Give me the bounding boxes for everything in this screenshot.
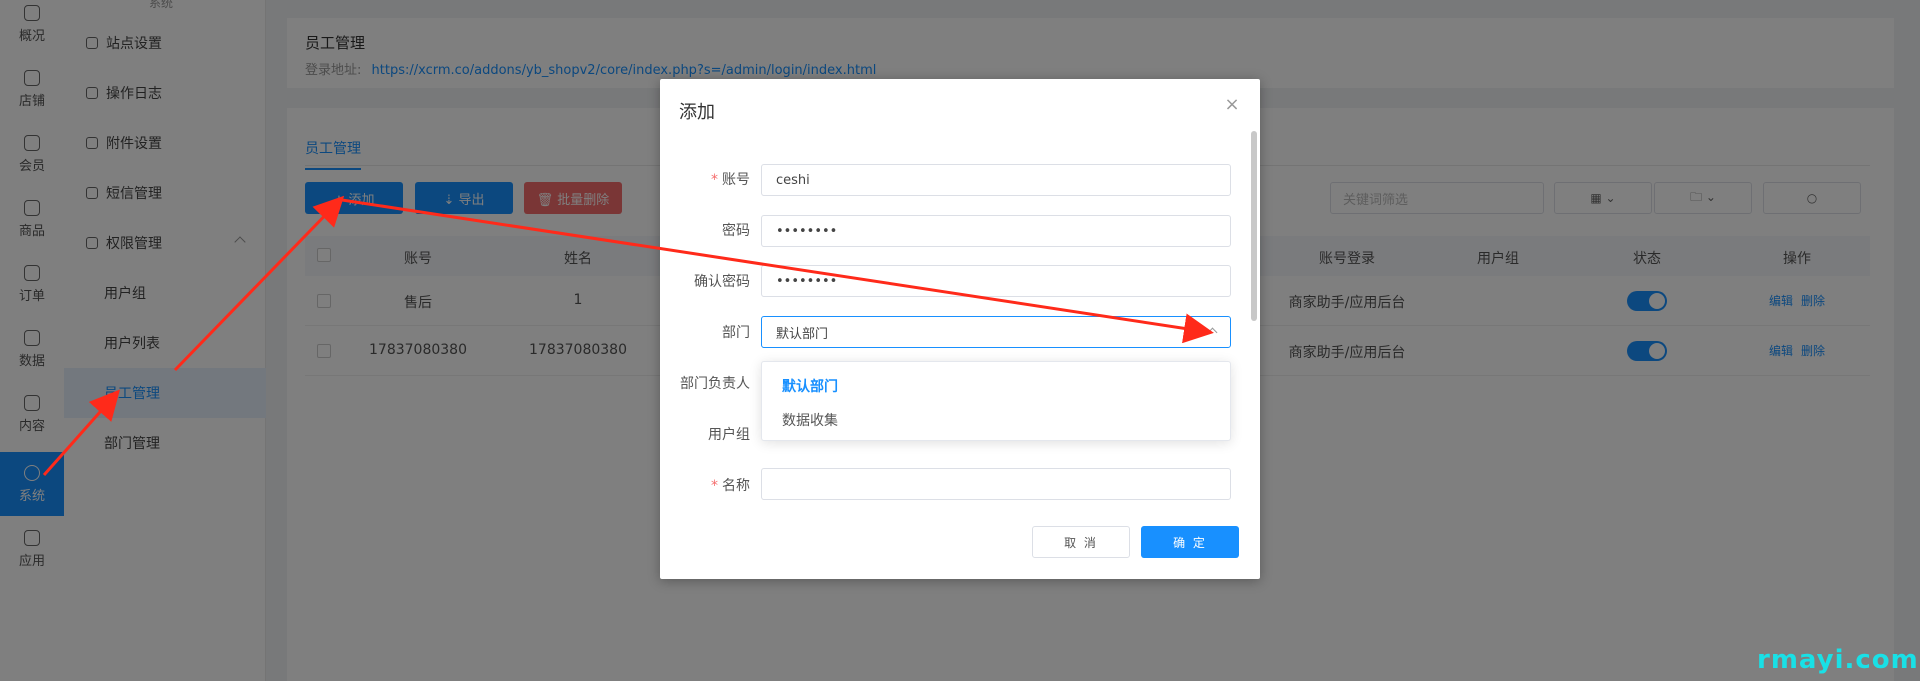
add-staff-dialog: 添加 × * 账号 ceshi 密码 •••••••• 确认密码 ••••••••… [660,79,1260,579]
field-label-text: 名称 [722,478,750,494]
password-label: 密码 [722,223,750,239]
cancel-button[interactable]: 取 消 [1032,526,1130,558]
account-input[interactable]: ceshi [761,164,1231,196]
department-dropdown: 默认部门 数据收集 [761,361,1231,441]
user-group-label: 用户组 [708,427,750,443]
dropdown-option[interactable]: 数据收集 [762,404,1230,438]
department-select-value: 默认部门 [776,326,829,342]
required-mark: * [711,478,718,494]
account-label: * 账号 [711,169,750,189]
required-mark: * [711,172,718,188]
password-input[interactable]: •••••••• [761,215,1231,247]
confirm-button[interactable]: 确 定 [1141,526,1239,558]
name-label: * 名称 [711,475,750,495]
dialog-title: 添加 [679,102,715,123]
chevron-up-icon [1207,327,1218,338]
dept-leader-label: 部门负责人 [680,376,750,392]
department-label: 部门 [722,325,750,341]
dialog-scrollbar[interactable] [1251,131,1257,321]
department-select[interactable]: 默认部门 [761,316,1231,348]
confirm-password-input[interactable]: •••••••• [761,265,1231,297]
close-icon[interactable]: × [1224,96,1240,114]
field-label-text: 账号 [722,172,750,188]
name-input[interactable] [761,468,1231,500]
watermark-logo: rmayi.com [1757,645,1919,675]
confirm-password-label: 确认密码 [694,274,750,290]
dropdown-option[interactable]: 默认部门 [762,370,1230,404]
